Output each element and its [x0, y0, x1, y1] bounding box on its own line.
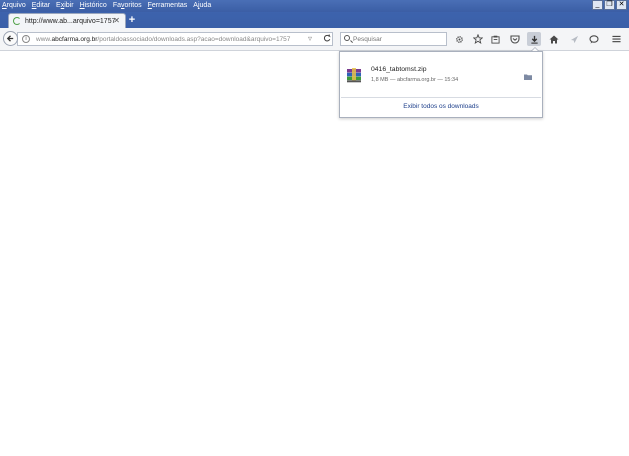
loading-favicon-icon	[13, 17, 21, 25]
tab-close-icon[interactable]: ✕	[113, 16, 120, 26]
gear-button[interactable]	[452, 32, 466, 46]
search-bar[interactable]	[340, 32, 447, 46]
download-icon	[530, 35, 538, 44]
reload-icon	[323, 34, 331, 42]
downloads-button[interactable]	[527, 32, 541, 46]
folder-icon[interactable]	[524, 74, 532, 80]
send-icon	[570, 35, 578, 43]
url-domain: abcfarma.org.br	[51, 36, 98, 43]
menu-ajuda[interactable]: Ajuda	[193, 1, 211, 11]
show-all-downloads-button[interactable]: Exibir todos os downloads	[340, 103, 542, 111]
download-filename: 0416_tabtomst.zip	[371, 66, 427, 73]
title-bar: Arquivo Editar Exibir Histórico Favorito…	[0, 0, 629, 12]
chat-icon	[589, 34, 599, 43]
url-path: /portaldoassociado/downloads.asp?acao=do…	[97, 36, 291, 43]
search-icon	[344, 35, 350, 41]
home-icon	[549, 35, 559, 43]
url-dropdown-icon[interactable]: ▿	[308, 34, 312, 44]
downloads-panel: 0416_tabtomst.zip 1,8 MB — abcfarma.org.…	[339, 51, 543, 118]
library-icon	[490, 35, 500, 44]
gear-icon	[455, 35, 463, 43]
menu-editar[interactable]: Editar	[32, 1, 50, 11]
archive-file-icon	[347, 68, 361, 83]
menu-historico[interactable]: Histórico	[80, 1, 107, 11]
menu-icon	[611, 35, 621, 43]
window-controls: _ ❐ ✕	[591, 0, 627, 10]
restore-button[interactable]: ❐	[604, 0, 615, 10]
menu-bar: Arquivo Editar Exibir Histórico Favorito…	[2, 1, 217, 11]
search-input[interactable]	[353, 34, 443, 44]
panel-divider	[341, 97, 541, 98]
url-prefix: www.	[36, 36, 52, 43]
back-arrow-icon	[6, 35, 14, 42]
download-status: 1,8 MB — abcfarma.org.br — 15:34	[371, 77, 459, 83]
minimize-button[interactable]: _	[592, 0, 603, 10]
pocket-button[interactable]	[508, 32, 522, 46]
chat-button[interactable]	[587, 32, 601, 46]
menu-arquivo[interactable]: Arquivo	[2, 1, 26, 11]
bookmark-button[interactable]	[471, 32, 485, 46]
url-bar[interactable]: i www.abcfarma.org.br/portaldoassociado/…	[17, 32, 333, 46]
reload-button[interactable]	[320, 32, 334, 46]
star-icon	[472, 33, 484, 44]
new-tab-button[interactable]: +	[127, 14, 137, 26]
home-button[interactable]	[547, 32, 561, 46]
url-text: www.abcfarma.org.br/portaldoassociado/do…	[36, 35, 290, 44]
menu-favoritos[interactable]: Favoritos	[113, 1, 142, 11]
tab-title: http://www.ab...arquivo=1757	[25, 18, 116, 25]
main-menu-button[interactable]	[609, 32, 623, 46]
download-item[interactable]: 0416_tabtomst.zip 1,8 MB — abcfarma.org.…	[340, 52, 542, 96]
menu-exibir[interactable]: Exibir	[56, 1, 74, 11]
library-button[interactable]	[488, 32, 502, 46]
pocket-icon	[510, 34, 520, 44]
close-window-button[interactable]: ✕	[616, 0, 627, 10]
tab-active[interactable]: http://www.ab...arquivo=1757 ✕	[8, 13, 126, 29]
back-button[interactable]	[3, 31, 18, 46]
menu-ferramentas[interactable]: Ferramentas	[148, 1, 188, 11]
send-button[interactable]	[567, 32, 581, 46]
info-icon[interactable]: i	[22, 35, 30, 43]
